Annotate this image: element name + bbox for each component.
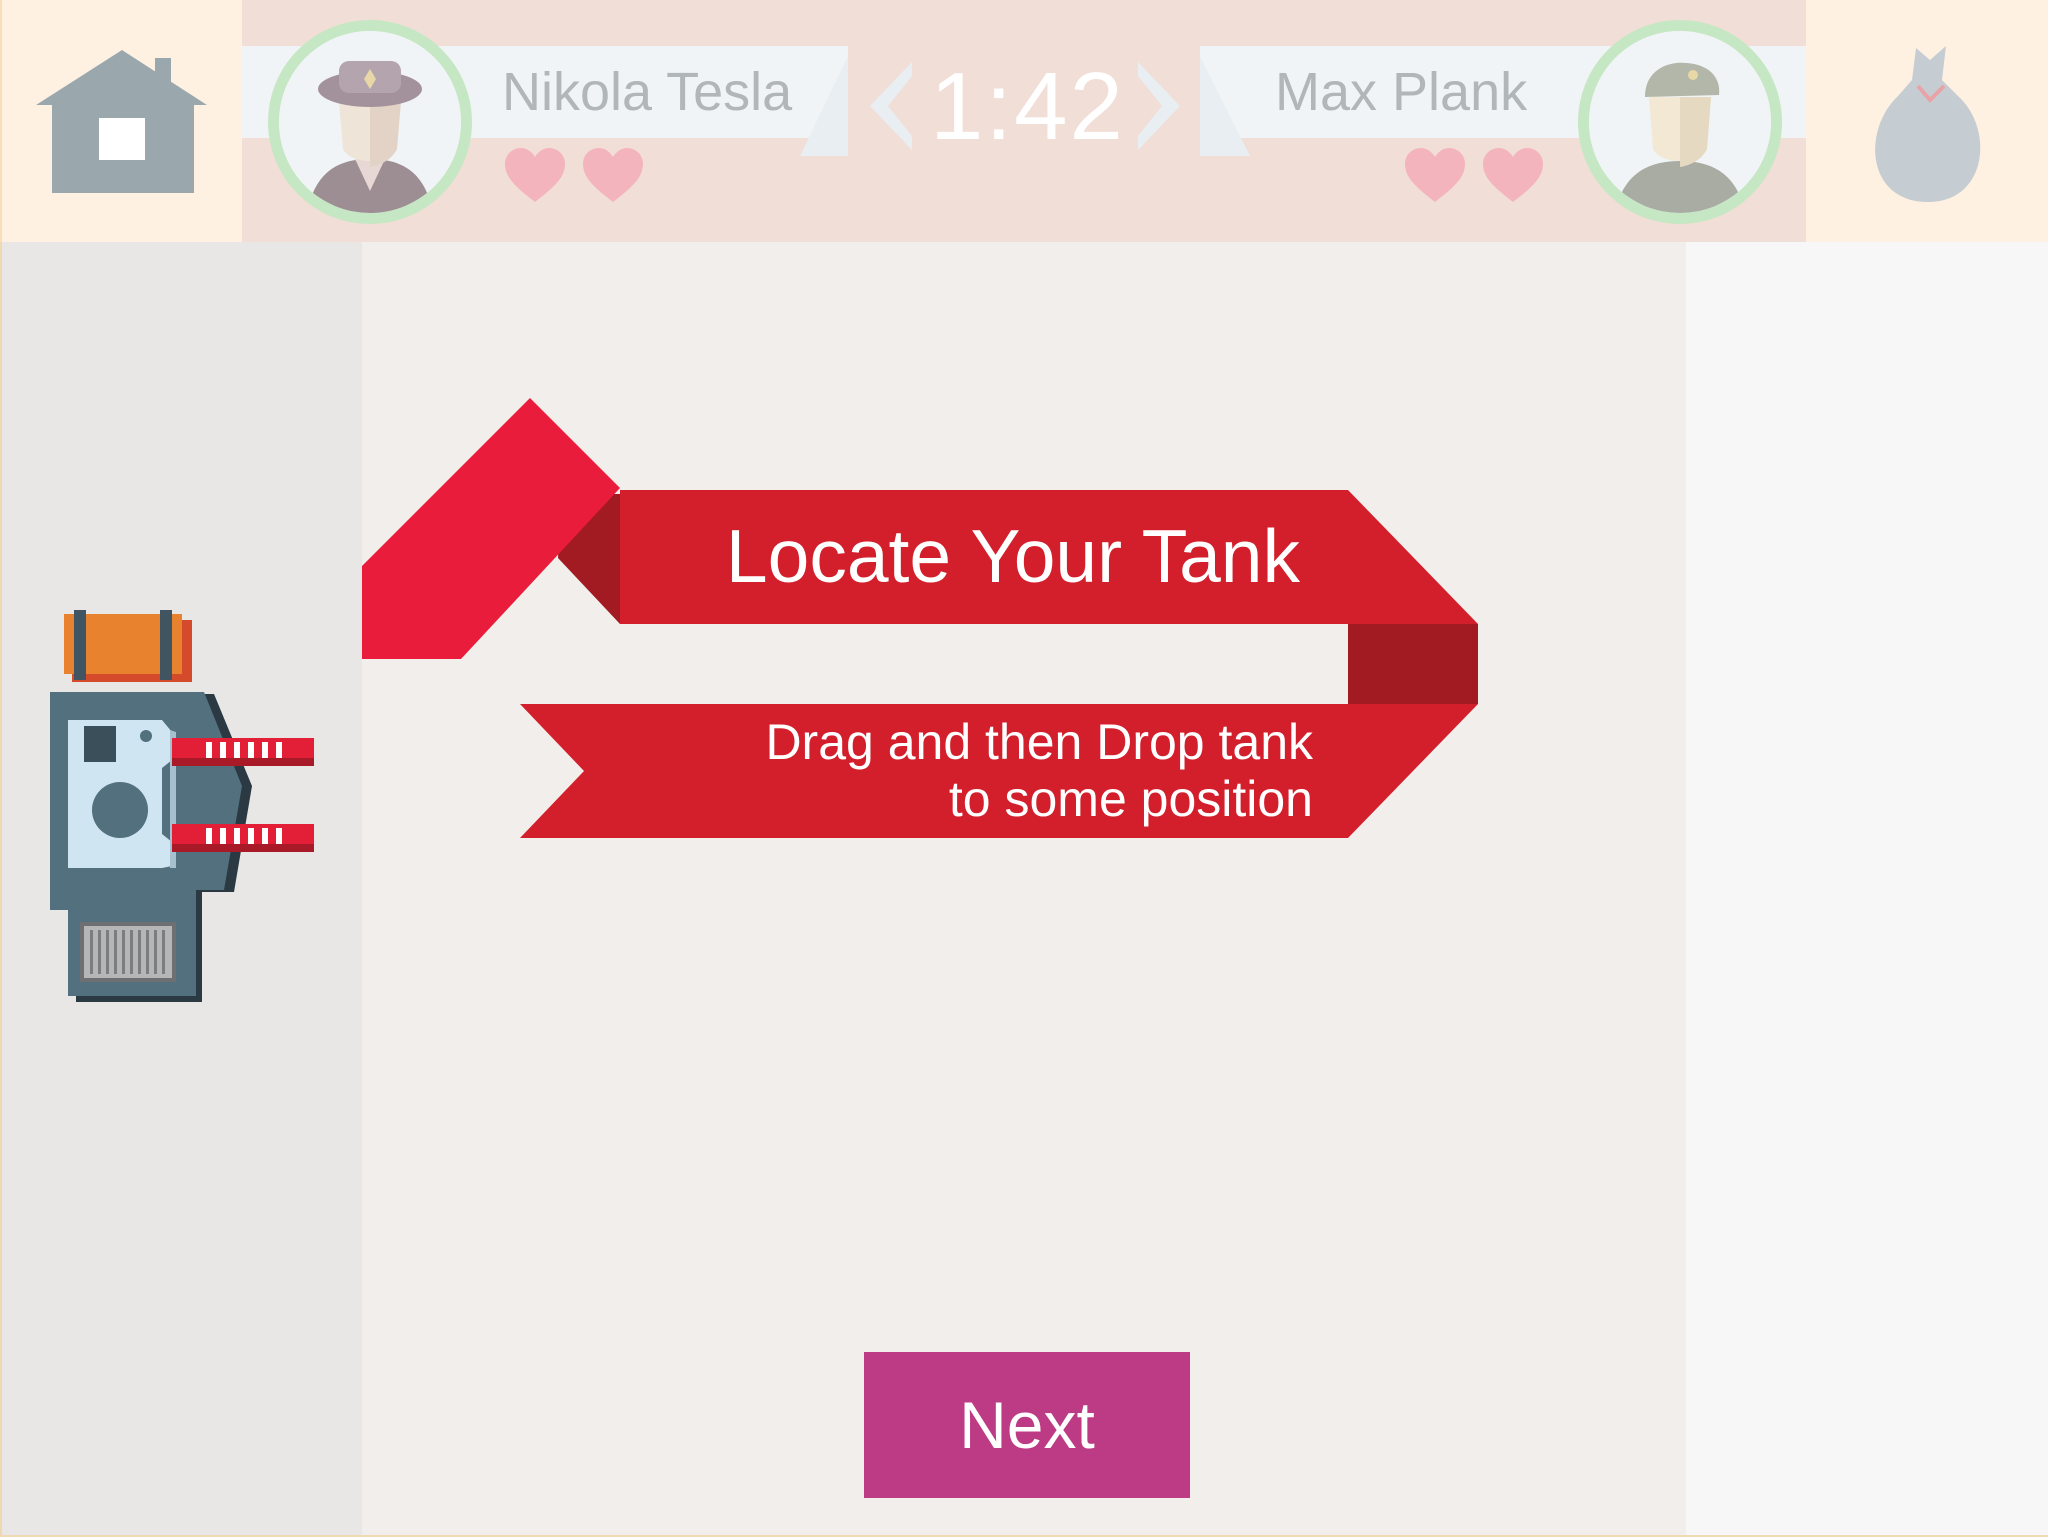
player2-avatar	[1578, 20, 1782, 224]
next-button[interactable]: Next	[864, 1352, 1190, 1498]
player2-life-heart-icon	[1483, 148, 1543, 202]
home-button[interactable]	[0, 0, 242, 242]
banner-title: Locate Your Tank	[725, 514, 1300, 598]
money-bag-icon	[1875, 46, 1981, 202]
player1-life-heart-icon	[505, 148, 565, 202]
player1-avatar	[268, 20, 472, 224]
house-icon	[36, 50, 207, 193]
player2-name: Max Plank	[1275, 62, 1528, 122]
soldier-avatar-icon	[1589, 31, 1771, 213]
banner-subtitle-line2: to some position	[948, 771, 1313, 827]
shop-bag-button[interactable]	[1806, 0, 2048, 242]
banner-subtitle-line1: Drag and then Drop tank	[765, 714, 1313, 770]
player1-life-heart-icon	[583, 148, 643, 202]
tank-icon[interactable]	[40, 610, 330, 1010]
player1-name: Nikola Tesla	[502, 62, 793, 122]
countdown-timer: 1:42	[930, 53, 1125, 160]
right-side-panel	[1686, 242, 2048, 1537]
officer-avatar-icon	[279, 31, 461, 213]
player2-life-heart-icon	[1405, 148, 1465, 202]
